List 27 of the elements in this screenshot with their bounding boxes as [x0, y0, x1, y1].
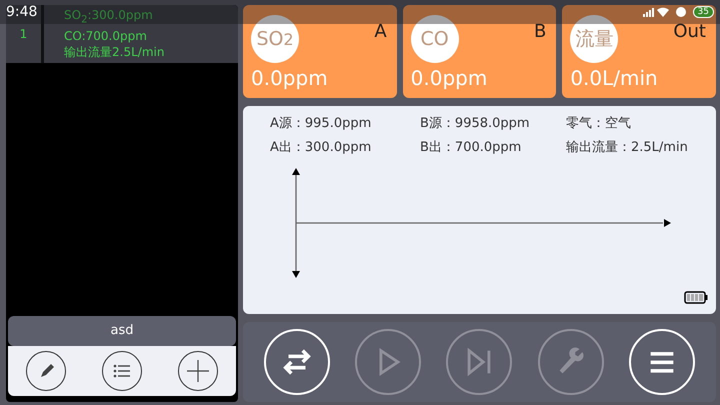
info-text: B源：9958.0ppm	[420, 115, 531, 132]
battery-icon	[684, 291, 708, 304]
signal-wifi-icon	[642, 6, 687, 18]
channel-label: B	[534, 21, 546, 42]
reading-value: 0.0ppm	[410, 66, 488, 90]
reading-value: 0.0ppm	[251, 66, 328, 90]
list-button[interactable]	[102, 351, 142, 391]
gas-badge: 流量	[570, 15, 618, 63]
info-text: A出：300.0ppm	[270, 139, 372, 156]
reading-text: 输出流量2.5L/min	[64, 44, 166, 60]
info-text: 零气：空气	[566, 115, 632, 132]
info-text: B出：700.0ppm	[420, 139, 522, 156]
reading-value: 0.0L/min	[570, 66, 658, 90]
switch-button[interactable]	[264, 329, 330, 395]
info-text: A源：995.0ppm	[270, 115, 372, 132]
channel-label: Out	[673, 21, 706, 42]
name-bar: asd	[8, 316, 236, 346]
reading-text: SO$_{2}$:300.0ppm	[64, 8, 154, 28]
plus-button[interactable]	[178, 351, 218, 391]
plus-icon	[186, 359, 210, 383]
channel-label: A	[374, 21, 387, 42]
info-text: 输出流量：2.5L/min	[566, 139, 689, 156]
pencil-button[interactable]	[26, 351, 66, 391]
menu-button[interactable]	[629, 329, 696, 395]
gas-badge: CO	[410, 15, 459, 63]
reading-text: CO:700.0ppm	[64, 28, 148, 44]
status-time: 9:48	[6, 4, 38, 20]
